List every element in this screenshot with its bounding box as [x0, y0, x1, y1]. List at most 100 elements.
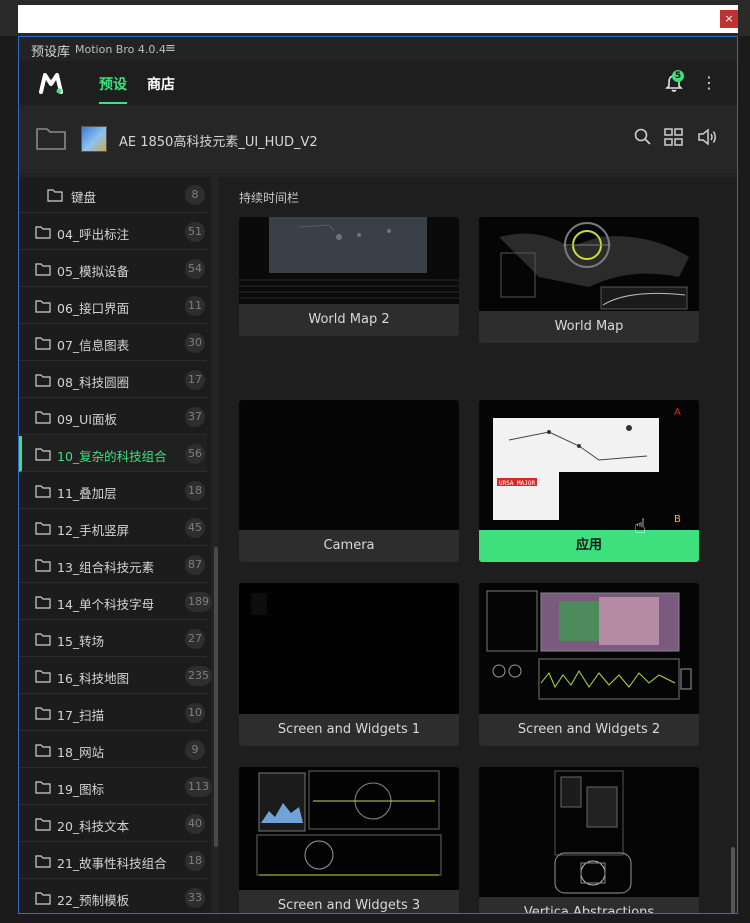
- sidebar-item-count: 18: [185, 481, 205, 501]
- sidebar-item-label: 10_复杂的科技组合: [57, 449, 167, 464]
- preset-card[interactable]: Screen and Widgets 3: [239, 767, 459, 913]
- section-title: 持续时间栏: [239, 191, 300, 205]
- tab-active-underline: [99, 102, 127, 104]
- folder-icon: [35, 448, 51, 461]
- sidebar-item-count: 40: [185, 814, 205, 834]
- sidebar-item-count: 51: [185, 222, 205, 242]
- sidebar-item-label: 22_预制模板: [57, 893, 130, 908]
- sidebar-item[interactable]: 19_图标 113: [19, 769, 212, 805]
- content-scrollbar[interactable]: [731, 847, 735, 913]
- grid-view-icon[interactable]: [664, 127, 684, 147]
- folder-icon: [35, 596, 51, 609]
- preset-caption: Screen and Widgets 3: [239, 890, 459, 913]
- sidebar-item[interactable]: 12_手机竖屏 45: [19, 510, 207, 546]
- host-window-bar: ×: [0, 0, 750, 36]
- sidebar-item[interactable]: 20_科技文本 40: [19, 806, 207, 842]
- sidebar-item[interactable]: 05_模拟设备 54: [19, 251, 207, 287]
- sidebar-item-label: 21_故事性科技组合: [57, 856, 167, 871]
- folder-icon: [35, 781, 51, 794]
- preset-caption: Screen and Widgets 2: [479, 714, 699, 746]
- sidebar-item-count: 8: [185, 185, 205, 205]
- preset-card[interactable]: World Map: [479, 217, 699, 343]
- top-nav: 预设 商店 5 ⋮: [19, 61, 737, 105]
- sidebar-item-label: 11_叠加层: [57, 486, 117, 501]
- folder-icon: [35, 411, 51, 424]
- search-icon[interactable]: [633, 127, 653, 147]
- preset-card[interactable]: Screen and Widgets 2: [479, 583, 699, 746]
- folder-icon: [35, 226, 51, 239]
- preset-card[interactable]: Vertica Abstractions: [479, 767, 699, 913]
- sidebar-item-label: 05_模拟设备: [57, 264, 130, 279]
- pack-name: AE 1850高科技元素_UI_HUD_V2: [119, 135, 318, 150]
- folder-icon: [35, 374, 51, 387]
- sidebar-item[interactable]: 22_预制模板 33: [19, 880, 207, 913]
- folder-icon: [35, 744, 51, 757]
- more-options-icon[interactable]: ⋮: [701, 73, 717, 93]
- folder-icon: [35, 707, 51, 720]
- sidebar-item-count: 18: [185, 851, 205, 871]
- sidebar-item-label: 12_手机竖屏: [57, 523, 130, 538]
- preset-card[interactable]: Screen and Widgets 1: [239, 583, 459, 746]
- sidebar-item-count: 45: [185, 518, 205, 538]
- sidebar-item-count: 56: [185, 444, 205, 464]
- sidebar-item[interactable]: 18_网站 9: [19, 732, 207, 768]
- preset-thumbnail: [239, 400, 459, 530]
- sidebar-scrollbar[interactable]: [214, 547, 218, 847]
- folder-icon: [35, 485, 51, 498]
- sidebar-item[interactable]: 11_叠加层 18: [19, 473, 207, 509]
- sidebar-item-count: 9: [185, 740, 205, 760]
- sidebar-item[interactable]: 06_接口界面 11: [19, 288, 207, 324]
- sidebar-item[interactable]: 08_科技圆圈 17: [19, 362, 207, 398]
- sidebar-item[interactable]: 13_组合科技元素 87: [19, 547, 207, 583]
- volume-icon[interactable]: [697, 127, 719, 147]
- hand-cursor-icon: ☝: [634, 514, 647, 538]
- close-button[interactable]: ×: [720, 10, 738, 28]
- folder-icon: [35, 855, 51, 868]
- sidebar-item-count: 37: [185, 407, 205, 427]
- preset-caption: World Map: [479, 311, 699, 343]
- folder-icon: [35, 522, 51, 535]
- sidebar-item[interactable]: 09_UI面板 37: [19, 399, 207, 435]
- tab-presets[interactable]: 预设: [99, 74, 127, 94]
- sidebar-item-active[interactable]: 10_复杂的科技组合 56: [19, 436, 207, 472]
- sidebar-item-label: 键盘: [71, 190, 97, 205]
- folder-icon: [35, 818, 51, 831]
- sidebar-item[interactable]: 17_扫描 10: [19, 695, 207, 731]
- preset-thumbnail: [239, 767, 459, 890]
- sidebar-item-count: 30: [185, 333, 205, 353]
- apply-button[interactable]: 应用: [479, 530, 699, 562]
- sidebar-item-label: 09_UI面板: [57, 412, 117, 427]
- sidebar-item-label: 06_接口界面: [57, 301, 130, 316]
- sidebar-item[interactable]: 14_单个科技字母 189: [19, 584, 212, 620]
- hud-b-label: B: [674, 514, 681, 525]
- sidebar-item[interactable]: 15_转场 27: [19, 621, 207, 657]
- sidebar-item-count: 87: [185, 555, 205, 575]
- sidebar-item[interactable]: 04_呼出标注 51: [19, 214, 207, 250]
- preset-thumbnail: [239, 583, 459, 714]
- preset-card[interactable]: World Map 2: [239, 217, 459, 336]
- sidebar-item-count: 33: [185, 888, 205, 908]
- folder-icon[interactable]: [35, 125, 67, 151]
- motion-bro-panel: 预设库 Motion Bro 4.0.4 ≡ 预设 商店 5 ⋮ AE 1850…: [18, 36, 738, 914]
- sidebar-item[interactable]: 键盘 8: [19, 177, 207, 213]
- motion-bro-logo-icon[interactable]: [39, 72, 63, 94]
- preset-card-hovered[interactable]: URSA MAJOR A B 应用: [479, 400, 699, 562]
- category-sidebar: 键盘 8 04_呼出标注 51 05_模拟设备 54 06_接口界面 11 07…: [19, 177, 212, 913]
- sidebar-item-count: 189: [185, 592, 212, 612]
- sidebar-item-label: 14_单个科技字母: [57, 597, 155, 612]
- sidebar-item[interactable]: 07_信息图表 30: [19, 325, 207, 361]
- sidebar-item[interactable]: 21_故事性科技组合 18: [19, 843, 207, 879]
- tab-store[interactable]: 商店: [147, 74, 175, 94]
- preset-card[interactable]: Camera: [239, 400, 459, 562]
- sidebar-item[interactable]: 16_科技地图 235: [19, 658, 212, 694]
- sidebar-item-count: 11: [185, 296, 205, 316]
- preset-caption: Vertica Abstractions: [479, 897, 699, 913]
- sidebar-item-count: 54: [185, 259, 205, 279]
- sidebar-item-count: 10: [185, 703, 205, 723]
- panel-menu-icon[interactable]: ≡: [165, 41, 176, 56]
- preset-caption: Screen and Widgets 1: [239, 714, 459, 746]
- sidebar-item-label: 13_组合科技元素: [57, 560, 155, 575]
- panel-title: 预设库: [31, 45, 71, 60]
- notification-badge: 5: [672, 70, 684, 82]
- sidebar-item-label: 07_信息图表: [57, 338, 130, 353]
